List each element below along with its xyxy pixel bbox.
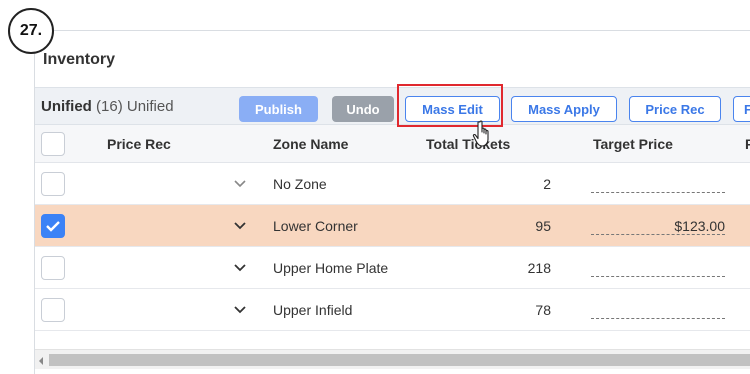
zone-name: Lower Corner	[273, 218, 358, 234]
target-price-input[interactable]	[591, 171, 725, 193]
row-checkbox[interactable]	[41, 298, 65, 322]
column-header-target-price[interactable]: Target Price	[593, 125, 673, 162]
table-row[interactable]: Upper Infield 78	[35, 289, 750, 331]
checkmark-icon	[46, 221, 60, 232]
chevron-down-icon[interactable]	[233, 218, 247, 234]
total-tickets: 78	[535, 302, 551, 318]
column-header-zone-name[interactable]: Zone Name	[273, 125, 348, 162]
target-price-input[interactable]	[591, 297, 725, 319]
hand-pointer-icon	[472, 120, 496, 153]
step-number-badge: 27.	[8, 8, 54, 54]
table-row[interactable]: No Zone 2	[35, 163, 750, 205]
price-rec-button[interactable]: Price Rec	[629, 96, 721, 122]
row-checkbox[interactable]	[41, 256, 65, 280]
row-checkbox[interactable]	[41, 172, 65, 196]
scroll-left-arrow-icon[interactable]	[37, 354, 45, 372]
grid-title-rest: (16) Unified	[96, 98, 174, 115]
chevron-down-icon[interactable]	[233, 260, 247, 276]
publish-button[interactable]: Publish	[239, 96, 318, 122]
horizontal-scrollbar[interactable]	[35, 349, 750, 369]
column-header-next[interactable]: F	[745, 125, 750, 162]
grid-title: Unified (16) Unified	[41, 98, 174, 115]
column-header-price-rec[interactable]: Price Rec	[107, 125, 171, 162]
zone-name: Upper Home Plate	[273, 260, 389, 276]
page-title: Inventory	[43, 51, 116, 68]
undo-button[interactable]: Undo	[332, 96, 394, 122]
select-all-checkbox[interactable]	[41, 132, 65, 156]
target-price-input[interactable]	[591, 255, 725, 277]
zone-name: Upper Infield	[273, 302, 353, 318]
total-tickets: 95	[535, 218, 551, 234]
inventory-panel: Inventory Unified (16) Unified Publish U…	[34, 30, 750, 374]
zone-name: No Zone	[273, 176, 327, 192]
table-row[interactable]: Upper Home Plate 218	[35, 247, 750, 289]
target-price-input[interactable]: $123.00	[591, 213, 725, 235]
grid-title-bold: Unified	[41, 98, 92, 115]
more-toolbar-button[interactable]: F	[733, 96, 750, 122]
total-tickets: 2	[543, 176, 551, 192]
mass-apply-button[interactable]: Mass Apply	[511, 96, 617, 122]
total-tickets: 218	[527, 260, 551, 276]
table-header: Price Rec Zone Name Total Tickets Target…	[35, 125, 750, 163]
scrollbar-thumb[interactable]	[49, 354, 750, 366]
column-header-total-tickets[interactable]: Total Tickets	[426, 125, 510, 162]
chevron-down-icon[interactable]	[233, 302, 247, 318]
grid-toolbar: Unified (16) Unified Publish Undo Mass E…	[35, 87, 750, 125]
table-row[interactable]: Lower Corner 95 $123.00	[35, 205, 750, 247]
row-checkbox[interactable]	[41, 214, 65, 238]
chevron-down-icon[interactable]	[233, 176, 247, 192]
